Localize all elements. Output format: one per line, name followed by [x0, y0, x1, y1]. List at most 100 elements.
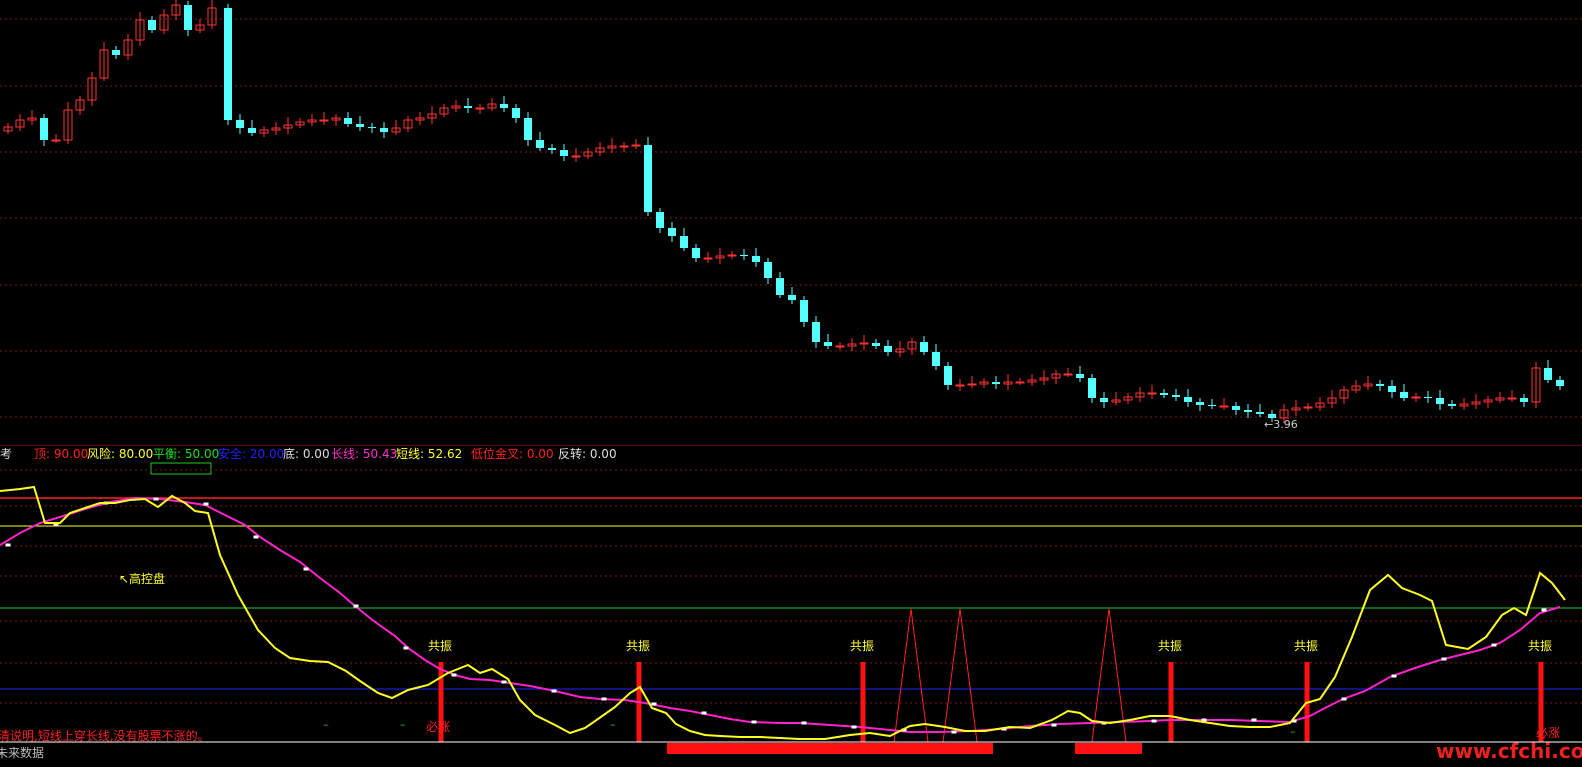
candle-body	[788, 295, 796, 300]
bottom-left-text: 未来数据	[0, 745, 44, 760]
candle-body	[1184, 397, 1192, 402]
candlestick-chart[interactable]: ←3.96	[0, 0, 1582, 445]
candle-body	[1303, 406, 1313, 409]
bottom-bar	[1075, 743, 1142, 754]
legend-prefix: 考	[0, 447, 13, 461]
resonance-label: 共振	[428, 639, 452, 653]
long-line-marker	[353, 604, 359, 608]
candle-body	[872, 343, 880, 346]
legend-item: 底: 0.00	[283, 447, 330, 461]
dash-mark: –	[323, 718, 329, 731]
candle-body	[1244, 410, 1252, 412]
long-line-marker	[153, 497, 159, 501]
long-line-marker	[751, 720, 757, 724]
candle-body	[703, 257, 713, 260]
candle-body	[859, 342, 869, 345]
candle-body	[680, 236, 688, 248]
candle-body	[776, 278, 784, 295]
candlesticks	[3, 0, 1564, 423]
candle-body	[1172, 395, 1180, 397]
indicator-chart[interactable]: 共振 共振 共振 共振 共振 共振 ↖高控盘 必涨 必涨 – – – – 清说明,短线上穿…	[0, 445, 1582, 767]
candle-body	[1507, 397, 1517, 400]
candle-body	[356, 124, 364, 127]
candle-body	[920, 342, 928, 352]
resonance-label: 共振	[1528, 639, 1552, 653]
candle-body	[1424, 397, 1432, 398]
candle-body	[184, 5, 192, 30]
legend-item: 风险: 80.00	[87, 447, 154, 461]
resonance-labels: 共振 共振 共振 共振 共振 共振	[428, 639, 1552, 653]
candle-body	[619, 145, 629, 148]
legend-item: 低位金叉: 0.00	[471, 447, 554, 461]
long-line-markers	[5, 497, 1547, 734]
long-line-marker	[451, 673, 457, 677]
candle-body	[40, 118, 48, 140]
candle-body	[524, 118, 532, 140]
resonance-bar	[1168, 662, 1174, 742]
candle-body	[752, 256, 760, 262]
long-line-marker	[1441, 657, 1447, 661]
candle-body	[1160, 393, 1168, 395]
dash-mark: –	[400, 718, 406, 731]
candle-body	[248, 128, 256, 133]
candle-body	[368, 127, 376, 128]
resonance-label: 共振	[1158, 639, 1182, 653]
candle-body	[668, 228, 676, 236]
candle-body	[1436, 398, 1444, 404]
dash-mark: –	[610, 718, 616, 731]
candle-body	[1015, 381, 1025, 384]
candle-body	[475, 107, 485, 110]
watermark: www.cfchi.com	[1436, 739, 1582, 763]
bottom-note: 清说明,短线上穿长线,没有股票不涨的。	[0, 728, 210, 743]
legend-item: 平衡: 50.00	[153, 447, 220, 461]
resonance-label: 共振	[626, 639, 650, 653]
indicator-grid	[0, 469, 1582, 704]
legend-box	[150, 462, 212, 475]
candle-body	[884, 346, 892, 352]
high-control-annotation: ↖高控盘	[119, 571, 165, 586]
candle-body	[224, 8, 232, 120]
candle-body	[512, 108, 520, 118]
long-line-marker	[1391, 674, 1397, 678]
candle-body	[944, 366, 952, 385]
bottom-bar	[667, 743, 993, 754]
candle-body	[1088, 378, 1096, 398]
candle-body	[148, 20, 156, 30]
candle-body	[1411, 396, 1421, 399]
candle-body	[344, 118, 352, 124]
candle-body	[932, 352, 940, 366]
long-line-marker	[403, 646, 409, 650]
legend-item: 顶: 90.00	[34, 447, 89, 461]
candle-body	[1256, 412, 1264, 414]
candle-body	[1376, 384, 1384, 386]
candle-body	[1388, 386, 1396, 392]
resonance-label: 共振	[1294, 639, 1318, 653]
long-line	[0, 496, 1561, 733]
candle-body	[1448, 404, 1456, 406]
long-line-marker	[1251, 718, 1257, 722]
candle-body	[571, 155, 581, 158]
candle-body	[51, 139, 61, 142]
candle-body	[560, 150, 568, 156]
long-line-marker	[203, 502, 209, 506]
long-line-marker	[851, 725, 857, 729]
candle-body	[1520, 398, 1528, 402]
long-line-marker	[701, 711, 707, 715]
candle-body	[992, 382, 1000, 384]
long-line-marker	[651, 702, 657, 706]
dash-mark: –	[1290, 725, 1296, 738]
long-line-marker	[1051, 723, 1057, 727]
long-line-marker	[1541, 608, 1547, 612]
long-line-marker	[1491, 643, 1497, 647]
candle-body	[955, 384, 965, 387]
candle-body	[112, 50, 120, 55]
long-line-marker	[801, 721, 807, 725]
candle-body	[1556, 380, 1564, 386]
candle-body	[727, 254, 737, 257]
candle-body	[835, 345, 845, 348]
candle-body	[644, 145, 652, 212]
candle-body	[1196, 402, 1204, 405]
candle-body	[764, 262, 772, 278]
candle-body	[631, 144, 641, 147]
candle-body	[536, 140, 544, 148]
